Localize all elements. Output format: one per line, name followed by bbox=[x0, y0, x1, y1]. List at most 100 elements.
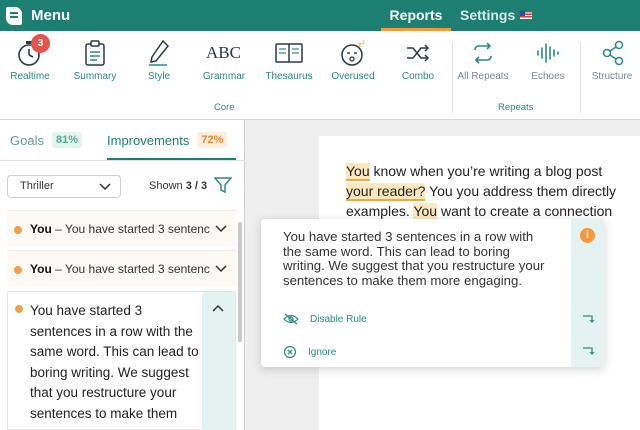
list-item-text: You – You have started 3 sentences in a … bbox=[30, 222, 210, 236]
highlight-you[interactable]: You bbox=[346, 163, 370, 181]
chevron-up-icon[interactable] bbox=[212, 304, 224, 314]
goals-percent: 81% bbox=[51, 132, 82, 148]
severity-dot bbox=[14, 226, 22, 234]
clipboard-icon bbox=[80, 38, 110, 68]
document-line: examples. You want to create a connectio… bbox=[346, 201, 640, 221]
svg-text:z: z bbox=[362, 40, 365, 46]
top-bar: Menu Reports Settings bbox=[0, 0, 640, 31]
filter-funnel-icon[interactable] bbox=[214, 176, 232, 194]
expanded-list-item[interactable]: You have started 3 sentences in a row wi… bbox=[7, 291, 236, 430]
ignore-label: Ignore bbox=[308, 346, 337, 358]
tab-goals[interactable]: Goals 81% bbox=[10, 132, 82, 148]
menu-label: Menu bbox=[31, 7, 71, 24]
list-item[interactable]: You – You have started 3 sentences in a … bbox=[7, 250, 236, 286]
tool-style[interactable]: Style bbox=[126, 38, 192, 82]
chevron-down-icon bbox=[99, 183, 111, 191]
list-item[interactable]: You – You have started 3 sentences in a … bbox=[7, 210, 236, 246]
chevron-down-icon[interactable] bbox=[215, 263, 227, 273]
document-line: You know when you’re writing a blog post bbox=[346, 161, 640, 181]
tool-summary[interactable]: Summary bbox=[62, 38, 128, 82]
realtime-badge: 3 bbox=[31, 34, 50, 53]
item-message: You have started 3 sentences in a row wi… bbox=[64, 262, 210, 276]
highlight-phrase[interactable]: your reader? bbox=[346, 183, 426, 201]
genre-select-value: Thriller bbox=[20, 180, 54, 192]
tool-label: Combo bbox=[401, 71, 435, 82]
apply-arrow-icon[interactable] bbox=[582, 346, 596, 356]
info-icon: i bbox=[580, 228, 595, 243]
improvements-percent: 72% bbox=[197, 132, 228, 148]
tool-grammar[interactable]: ABC Grammar bbox=[191, 38, 257, 82]
list-item-text: You – You have started 3 sentences in a … bbox=[30, 262, 210, 276]
panel-scrollbar[interactable] bbox=[238, 222, 242, 342]
soundwave-icon bbox=[533, 38, 563, 68]
tool-structure[interactable]: Structure bbox=[579, 38, 640, 82]
item-word: You bbox=[30, 222, 52, 236]
tool-label: Grammar bbox=[202, 71, 246, 82]
ignore-button[interactable]: Ignore bbox=[283, 345, 336, 359]
report-toolbar: 3 Realtime Summary Style ABC Grammar The… bbox=[0, 31, 640, 120]
expanded-item-sidebar bbox=[202, 292, 235, 430]
popup-sidebar: i bbox=[571, 219, 604, 367]
doc-text-segment: know when you’re writing a blog post bbox=[369, 163, 603, 179]
tab-settings[interactable]: Settings bbox=[460, 0, 533, 31]
tool-label: Structure bbox=[591, 71, 633, 82]
eye-slash-icon bbox=[283, 313, 299, 325]
repeat-arrows-icon bbox=[468, 38, 498, 68]
active-tab-indicator bbox=[107, 158, 236, 160]
doc-text-segment: examples. bbox=[346, 203, 414, 219]
group-label-repeats: Repeats bbox=[498, 102, 534, 113]
sleepy-face-icon: zz bbox=[338, 38, 368, 68]
popup-message: You have started 3 sentences in a row wi… bbox=[283, 229, 545, 288]
tab-improvements-label: Improvements bbox=[107, 132, 190, 148]
tool-label: Overused bbox=[331, 71, 375, 82]
genre-select[interactable]: Thriller bbox=[7, 175, 121, 198]
tool-combo[interactable]: Combo bbox=[385, 38, 451, 82]
circle-x-icon bbox=[283, 345, 297, 359]
suggestion-popup: You have started 3 sentences in a row wi… bbox=[261, 219, 604, 367]
tab-reports[interactable]: Reports bbox=[381, 0, 451, 31]
severity-dot bbox=[14, 266, 22, 274]
structure-icon bbox=[597, 38, 627, 68]
document-line: your reader? You you address them direct… bbox=[346, 181, 640, 201]
doc-text-segment: You you address them directly bbox=[425, 183, 617, 199]
tool-label: Echoes bbox=[531, 71, 565, 82]
disable-rule-label: Disable Rule bbox=[310, 313, 367, 325]
us-flag-icon bbox=[520, 11, 533, 20]
item-separator: – bbox=[55, 222, 62, 236]
app-logo-icon bbox=[6, 6, 22, 25]
tab-settings-label: Settings bbox=[460, 7, 516, 23]
shown-count: Shown 3 / 3 bbox=[149, 180, 207, 192]
pen-icon bbox=[144, 38, 174, 68]
tab-goals-label: Goals bbox=[10, 132, 44, 148]
tool-label: Style bbox=[147, 71, 171, 82]
tool-thesaurus[interactable]: Thesaurus bbox=[256, 38, 322, 82]
item-word: You bbox=[30, 262, 52, 276]
shown-label: Shown bbox=[149, 180, 183, 192]
document-text[interactable]: You know when you’re writing a blog post… bbox=[346, 161, 640, 221]
tool-echoes[interactable]: Echoes bbox=[515, 38, 581, 82]
apply-arrow-icon[interactable] bbox=[582, 314, 596, 324]
disable-rule-button[interactable]: Disable Rule bbox=[283, 313, 367, 325]
tab-divider bbox=[0, 160, 245, 161]
item-message: You have started 3 sentences in a row wi… bbox=[64, 222, 210, 236]
book-icon bbox=[274, 38, 304, 68]
tool-label: Realtime bbox=[10, 71, 50, 82]
tool-label: Summary bbox=[73, 71, 117, 82]
severity-dot bbox=[15, 305, 23, 313]
tool-overused[interactable]: zz Overused bbox=[320, 38, 386, 82]
tool-realtime[interactable]: 3 Realtime bbox=[0, 34, 63, 82]
tab-improvements[interactable]: Improvements 72% bbox=[107, 132, 228, 148]
tool-label: Thesaurus bbox=[265, 71, 313, 82]
tool-label: All Repeats bbox=[457, 71, 509, 82]
item-separator: – bbox=[55, 262, 62, 276]
expanded-item-text: You have started 3 sentences in a row wi… bbox=[30, 303, 199, 421]
group-label-core: Core bbox=[214, 102, 235, 113]
shown-value: 3 / 3 bbox=[185, 180, 208, 192]
tool-all-repeats[interactable]: All Repeats bbox=[450, 38, 516, 82]
stopwatch-icon: 3 bbox=[15, 34, 50, 68]
abc-text: ABC bbox=[206, 43, 241, 62]
abc-check-icon: ABC bbox=[206, 38, 241, 68]
doc-text-segment: want to create a connection bbox=[437, 203, 613, 219]
menu-button[interactable]: Menu bbox=[6, 5, 70, 26]
chevron-down-icon[interactable] bbox=[215, 223, 227, 233]
